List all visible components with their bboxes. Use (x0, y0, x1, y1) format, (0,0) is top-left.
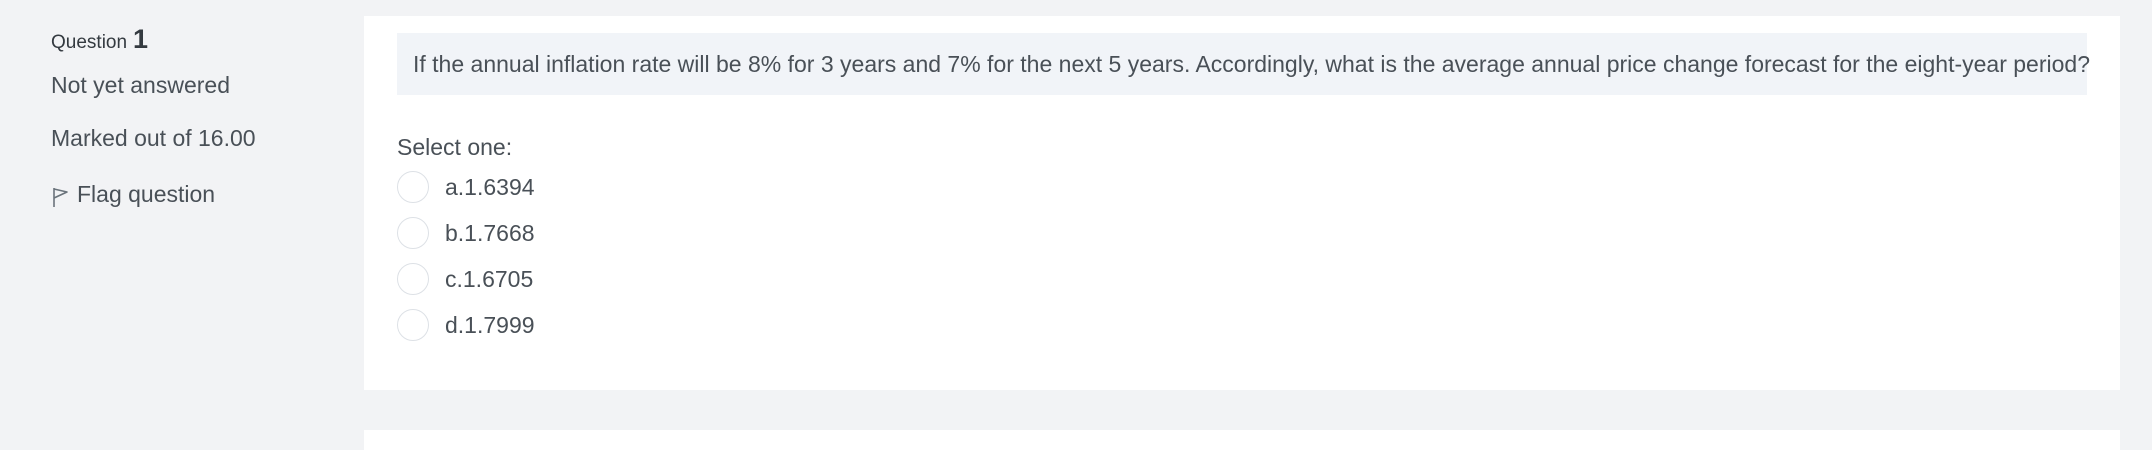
next-question-card (364, 430, 2120, 450)
radio-button-b[interactable] (397, 217, 429, 249)
radio-button-d[interactable] (397, 309, 429, 341)
answer-list: a.1.6394 b.1.7668 c.1.6705 d.1.7999 (397, 164, 535, 348)
question-number-heading: Question 1 (51, 24, 341, 60)
answer-label-c: c.1.6705 (445, 265, 534, 292)
question-text: If the annual inflation rate will be 8% … (397, 33, 2090, 95)
answer-option-a[interactable]: a.1.6394 (397, 164, 535, 210)
radio-button-c[interactable] (397, 263, 429, 295)
question-info-panel: Question 1 Not yet answered Marked out o… (51, 24, 341, 208)
flag-icon (51, 186, 71, 208)
select-one-prompt: Select one: (397, 134, 513, 160)
answer-option-b[interactable]: b.1.7668 (397, 210, 535, 256)
question-state: Not yet answered (51, 72, 230, 98)
question-grade: Marked out of 16.00 (51, 125, 256, 151)
question-content-card: If the annual inflation rate will be 8% … (364, 16, 2120, 390)
answer-option-c[interactable]: c.1.6705 (397, 256, 535, 302)
question-number: 1 (133, 24, 149, 54)
flag-question-link[interactable]: Flag question (51, 180, 341, 208)
answer-label-a: a.1.6394 (445, 173, 535, 200)
answer-label-d: d.1.7999 (445, 311, 535, 338)
answer-option-d[interactable]: d.1.7999 (397, 302, 535, 348)
flag-question-label: Flag question (77, 180, 216, 207)
answer-label-b: b.1.7668 (445, 219, 535, 246)
question-label: Question (51, 32, 128, 53)
radio-button-a[interactable] (397, 171, 429, 203)
